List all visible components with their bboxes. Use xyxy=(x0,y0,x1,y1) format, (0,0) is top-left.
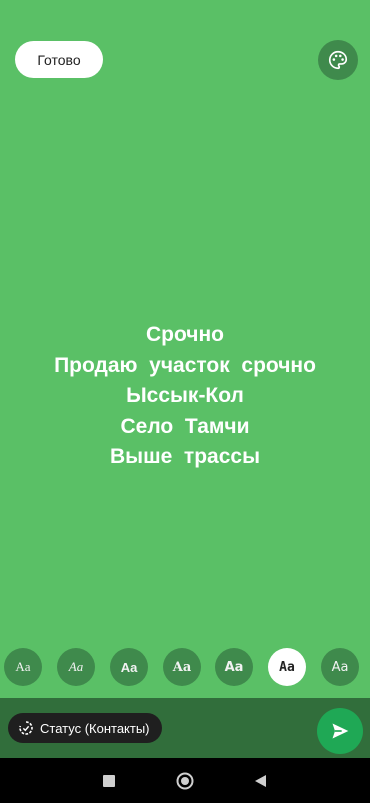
status-line: Срочно xyxy=(145,323,224,346)
font-style-picker: Aa Aa Aa Aa Aa Aa Aa xyxy=(0,648,370,688)
status-audience-label: Статус (Контакты) xyxy=(40,720,150,736)
status-line: Село Тамчи xyxy=(120,414,250,438)
composer-bar: Статус (Контакты) xyxy=(0,698,370,758)
triangle-back-icon xyxy=(255,775,266,787)
status-line: Выше трассы xyxy=(109,445,261,468)
system-nav-bar xyxy=(0,758,370,803)
done-button[interactable]: Готово xyxy=(15,41,103,78)
send-icon xyxy=(332,723,349,739)
font-option-serif[interactable]: Aa xyxy=(4,648,42,686)
font-option-mono-selected[interactable]: Aa xyxy=(268,648,306,686)
back-button[interactable] xyxy=(250,770,272,792)
circle-icon xyxy=(176,772,194,790)
recent-apps-button[interactable] xyxy=(98,770,120,792)
status-line: Продаю участок срочно xyxy=(54,353,316,377)
status-text-editor[interactable]: Срочно Продаю участок срочно Ыссык-Кол С… xyxy=(0,320,370,473)
home-button[interactable] xyxy=(174,770,196,792)
font-option-heavy[interactable]: Aa xyxy=(215,648,253,686)
background-color-button[interactable] xyxy=(318,40,358,80)
status-ring-icon xyxy=(19,721,33,735)
font-option-sans-bold[interactable]: Aa xyxy=(110,648,148,686)
font-option-serif-bold[interactable]: Aa xyxy=(163,648,201,686)
square-icon xyxy=(103,775,115,787)
send-button[interactable] xyxy=(317,708,363,754)
status-line: Ыссык-Кол xyxy=(126,384,244,407)
font-option-sans[interactable]: Aa xyxy=(321,648,359,686)
font-option-italic[interactable]: Aa xyxy=(57,648,95,686)
status-audience-chip[interactable]: Статус (Контакты) xyxy=(8,713,162,743)
palette-icon xyxy=(329,50,348,70)
